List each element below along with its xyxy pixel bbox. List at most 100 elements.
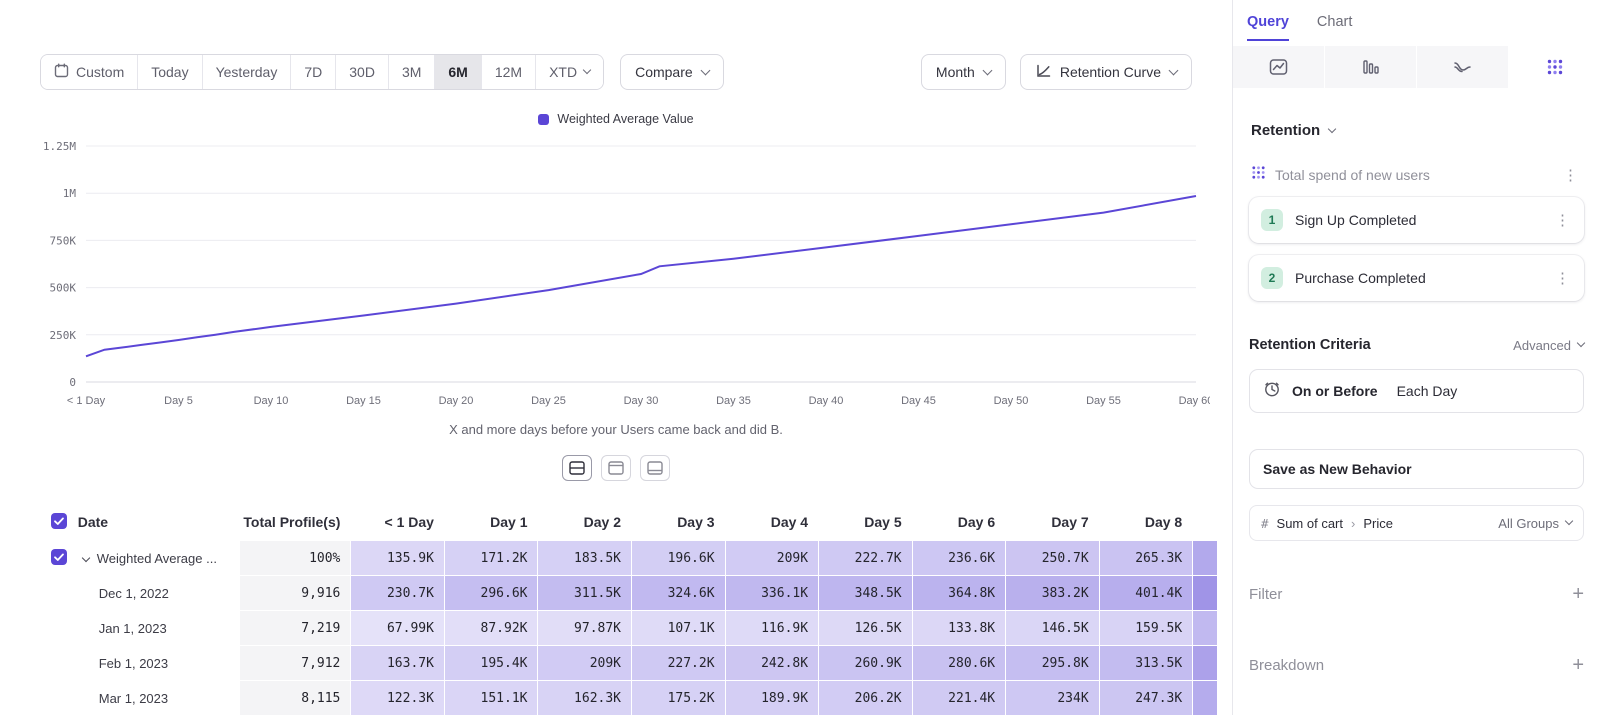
retention-cell[interactable]: 209K [726, 541, 819, 575]
layout-split-button[interactable] [601, 455, 631, 481]
tab-chart[interactable]: Chart [1317, 14, 1352, 41]
kebab-menu-icon[interactable]: ⋮ [1551, 211, 1574, 229]
range-6m[interactable]: 6M [435, 55, 481, 89]
column-header[interactable]: Day 8 [1100, 504, 1193, 540]
flows-icon[interactable] [1417, 46, 1509, 88]
retention-cell[interactable]: 163.7K [351, 646, 444, 680]
retention-cell[interactable]: 189.9K [726, 681, 819, 715]
retention-cell[interactable]: 107.1K [632, 611, 725, 645]
table-row[interactable]: Feb 1, 20237,912163.7K195.4K209K227.2K24… [41, 646, 1217, 680]
retention-cell[interactable]: 151.1K [445, 681, 538, 715]
retention-cell[interactable]: 195.4K [445, 646, 538, 680]
groups-selector[interactable]: All Groups [1498, 516, 1572, 531]
funnels-icon[interactable] [1325, 46, 1417, 88]
retention-icon[interactable] [1509, 46, 1600, 88]
collapse-chevron-icon[interactable] [81, 553, 89, 561]
retention-cell[interactable]: 67.99K [351, 611, 444, 645]
add-filter-button[interactable]: + [1572, 583, 1584, 606]
column-header[interactable]: Day 4 [726, 504, 819, 540]
range-xtd[interactable]: XTD [536, 55, 603, 89]
retention-cell[interactable]: 364.8K [913, 576, 1006, 610]
table-row[interactable]: Mar 1, 20238,115122.3K151.1K162.3K175.2K… [41, 681, 1217, 715]
retention-cell[interactable]: 209K [538, 646, 631, 680]
retention-cell[interactable]: 324.6K [632, 576, 725, 610]
retention-cell[interactable]: 162.3K [538, 681, 631, 715]
retention-section-selector[interactable]: Retention [1251, 122, 1584, 139]
retention-cell[interactable]: 116.9K [726, 611, 819, 645]
chart-type-button[interactable]: Retention Curve [1020, 54, 1192, 90]
retention-cell[interactable]: 336.1K [726, 576, 819, 610]
column-header[interactable]: < 1 Day [351, 504, 444, 540]
range-3m[interactable]: 3M [389, 55, 435, 89]
kebab-menu-icon[interactable]: ⋮ [1551, 269, 1574, 287]
retention-cell[interactable]: 265.3K [1100, 541, 1193, 575]
retention-cell[interactable]: 260.9K [819, 646, 912, 680]
retention-cell[interactable]: 159.5K [1100, 611, 1193, 645]
range-custom[interactable]: Custom [41, 55, 138, 89]
retention-cell[interactable]: 97.87K [538, 611, 631, 645]
chart-legend[interactable]: Weighted Average Value [0, 112, 1232, 126]
retention-cell[interactable]: 221.4K [913, 681, 1006, 715]
retention-cell[interactable]: 126.5K [819, 611, 912, 645]
retention-cell[interactable]: 146.5K [1006, 611, 1099, 645]
retention-cell[interactable]: 348.5K [819, 576, 912, 610]
layout-bottom-button[interactable] [640, 455, 670, 481]
step-card-1[interactable]: 1 Sign Up Completed ⋮ [1249, 197, 1584, 243]
compare-button[interactable]: Compare [620, 54, 724, 90]
table-row[interactable]: Jan 1, 20237,21967.99K87.92K97.87K107.1K… [41, 611, 1217, 645]
column-header[interactable]: Day 5 [819, 504, 912, 540]
range-7d[interactable]: 7D [291, 55, 336, 89]
layout-rows-button[interactable] [562, 455, 592, 481]
column-header[interactable]: Day 7 [1006, 504, 1099, 540]
retention-cell[interactable]: 401.4K [1100, 576, 1193, 610]
range-12m[interactable]: 12M [482, 55, 536, 89]
column-header[interactable]: Day 2 [538, 504, 631, 540]
column-header[interactable]: Day 3 [632, 504, 725, 540]
add-breakdown-button[interactable]: + [1572, 654, 1584, 677]
column-header[interactable]: Day 6 [913, 504, 1006, 540]
table-row[interactable]: Weighted Average ...100%135.9K171.2K183.… [41, 541, 1217, 575]
criteria-mode-selector[interactable]: Advanced [1513, 338, 1584, 353]
retention-cell[interactable]: 250.7K [1006, 541, 1099, 575]
retention-chart-svg[interactable]: 0250K500K750K1M1.25M< 1 DayDay 5Day 10Da… [18, 130, 1210, 426]
range-today[interactable]: Today [138, 55, 202, 89]
criteria-condition-selector[interactable]: On or Before Each Day [1249, 369, 1584, 413]
column-header[interactable]: Date [78, 504, 240, 540]
column-header[interactable]: Total Profile(s) [240, 504, 350, 540]
measure-property-selector[interactable]: # Sum of cart › Price All Groups [1249, 505, 1584, 541]
retention-cell[interactable]: 183.5K [538, 541, 631, 575]
retention-cell[interactable]: 313.5K [1100, 646, 1193, 680]
retention-cell[interactable]: 133.8K [913, 611, 1006, 645]
tab-query[interactable]: Query [1247, 14, 1289, 41]
retention-cell[interactable]: 206.2K [819, 681, 912, 715]
retention-cell[interactable]: 87.92K [445, 611, 538, 645]
retention-cell[interactable]: 296.6K [445, 576, 538, 610]
select-all-checkbox[interactable] [51, 513, 67, 529]
retention-cell[interactable]: 236.6K [913, 541, 1006, 575]
retention-cell[interactable]: 311.5K [538, 576, 631, 610]
granularity-button[interactable]: Month [921, 54, 1006, 90]
retention-cell[interactable]: 227.2K [632, 646, 725, 680]
behavior-header[interactable]: Total spend of new users ⋮ [1249, 165, 1584, 185]
retention-cell[interactable]: 175.2K [632, 681, 725, 715]
range-yesterday[interactable]: Yesterday [203, 55, 292, 89]
retention-cell[interactable]: 171.2K [445, 541, 538, 575]
retention-cell[interactable]: 196.6K [632, 541, 725, 575]
retention-cell[interactable]: 247.3K [1100, 681, 1193, 715]
retention-cell[interactable]: 234K [1006, 681, 1099, 715]
retention-cell[interactable]: 295.8K [1006, 646, 1099, 680]
retention-cell[interactable]: 222.7K [819, 541, 912, 575]
row-checkbox[interactable] [51, 549, 67, 565]
retention-cell[interactable]: 230.7K [351, 576, 444, 610]
kebab-menu-icon[interactable]: ⋮ [1559, 166, 1582, 184]
retention-cell[interactable]: 122.3K [351, 681, 444, 715]
range-30d[interactable]: 30D [336, 55, 389, 89]
retention-cell[interactable]: 242.8K [726, 646, 819, 680]
save-behavior-button[interactable]: Save as New Behavior [1249, 449, 1584, 489]
insights-icon[interactable] [1233, 46, 1325, 88]
table-row[interactable]: Dec 1, 20229,916230.7K296.6K311.5K324.6K… [41, 576, 1217, 610]
column-header[interactable]: Day 1 [445, 504, 538, 540]
retention-cell[interactable]: 383.2K [1006, 576, 1099, 610]
step-card-2[interactable]: 2 Purchase Completed ⋮ [1249, 255, 1584, 301]
retention-cell[interactable]: 135.9K [351, 541, 444, 575]
